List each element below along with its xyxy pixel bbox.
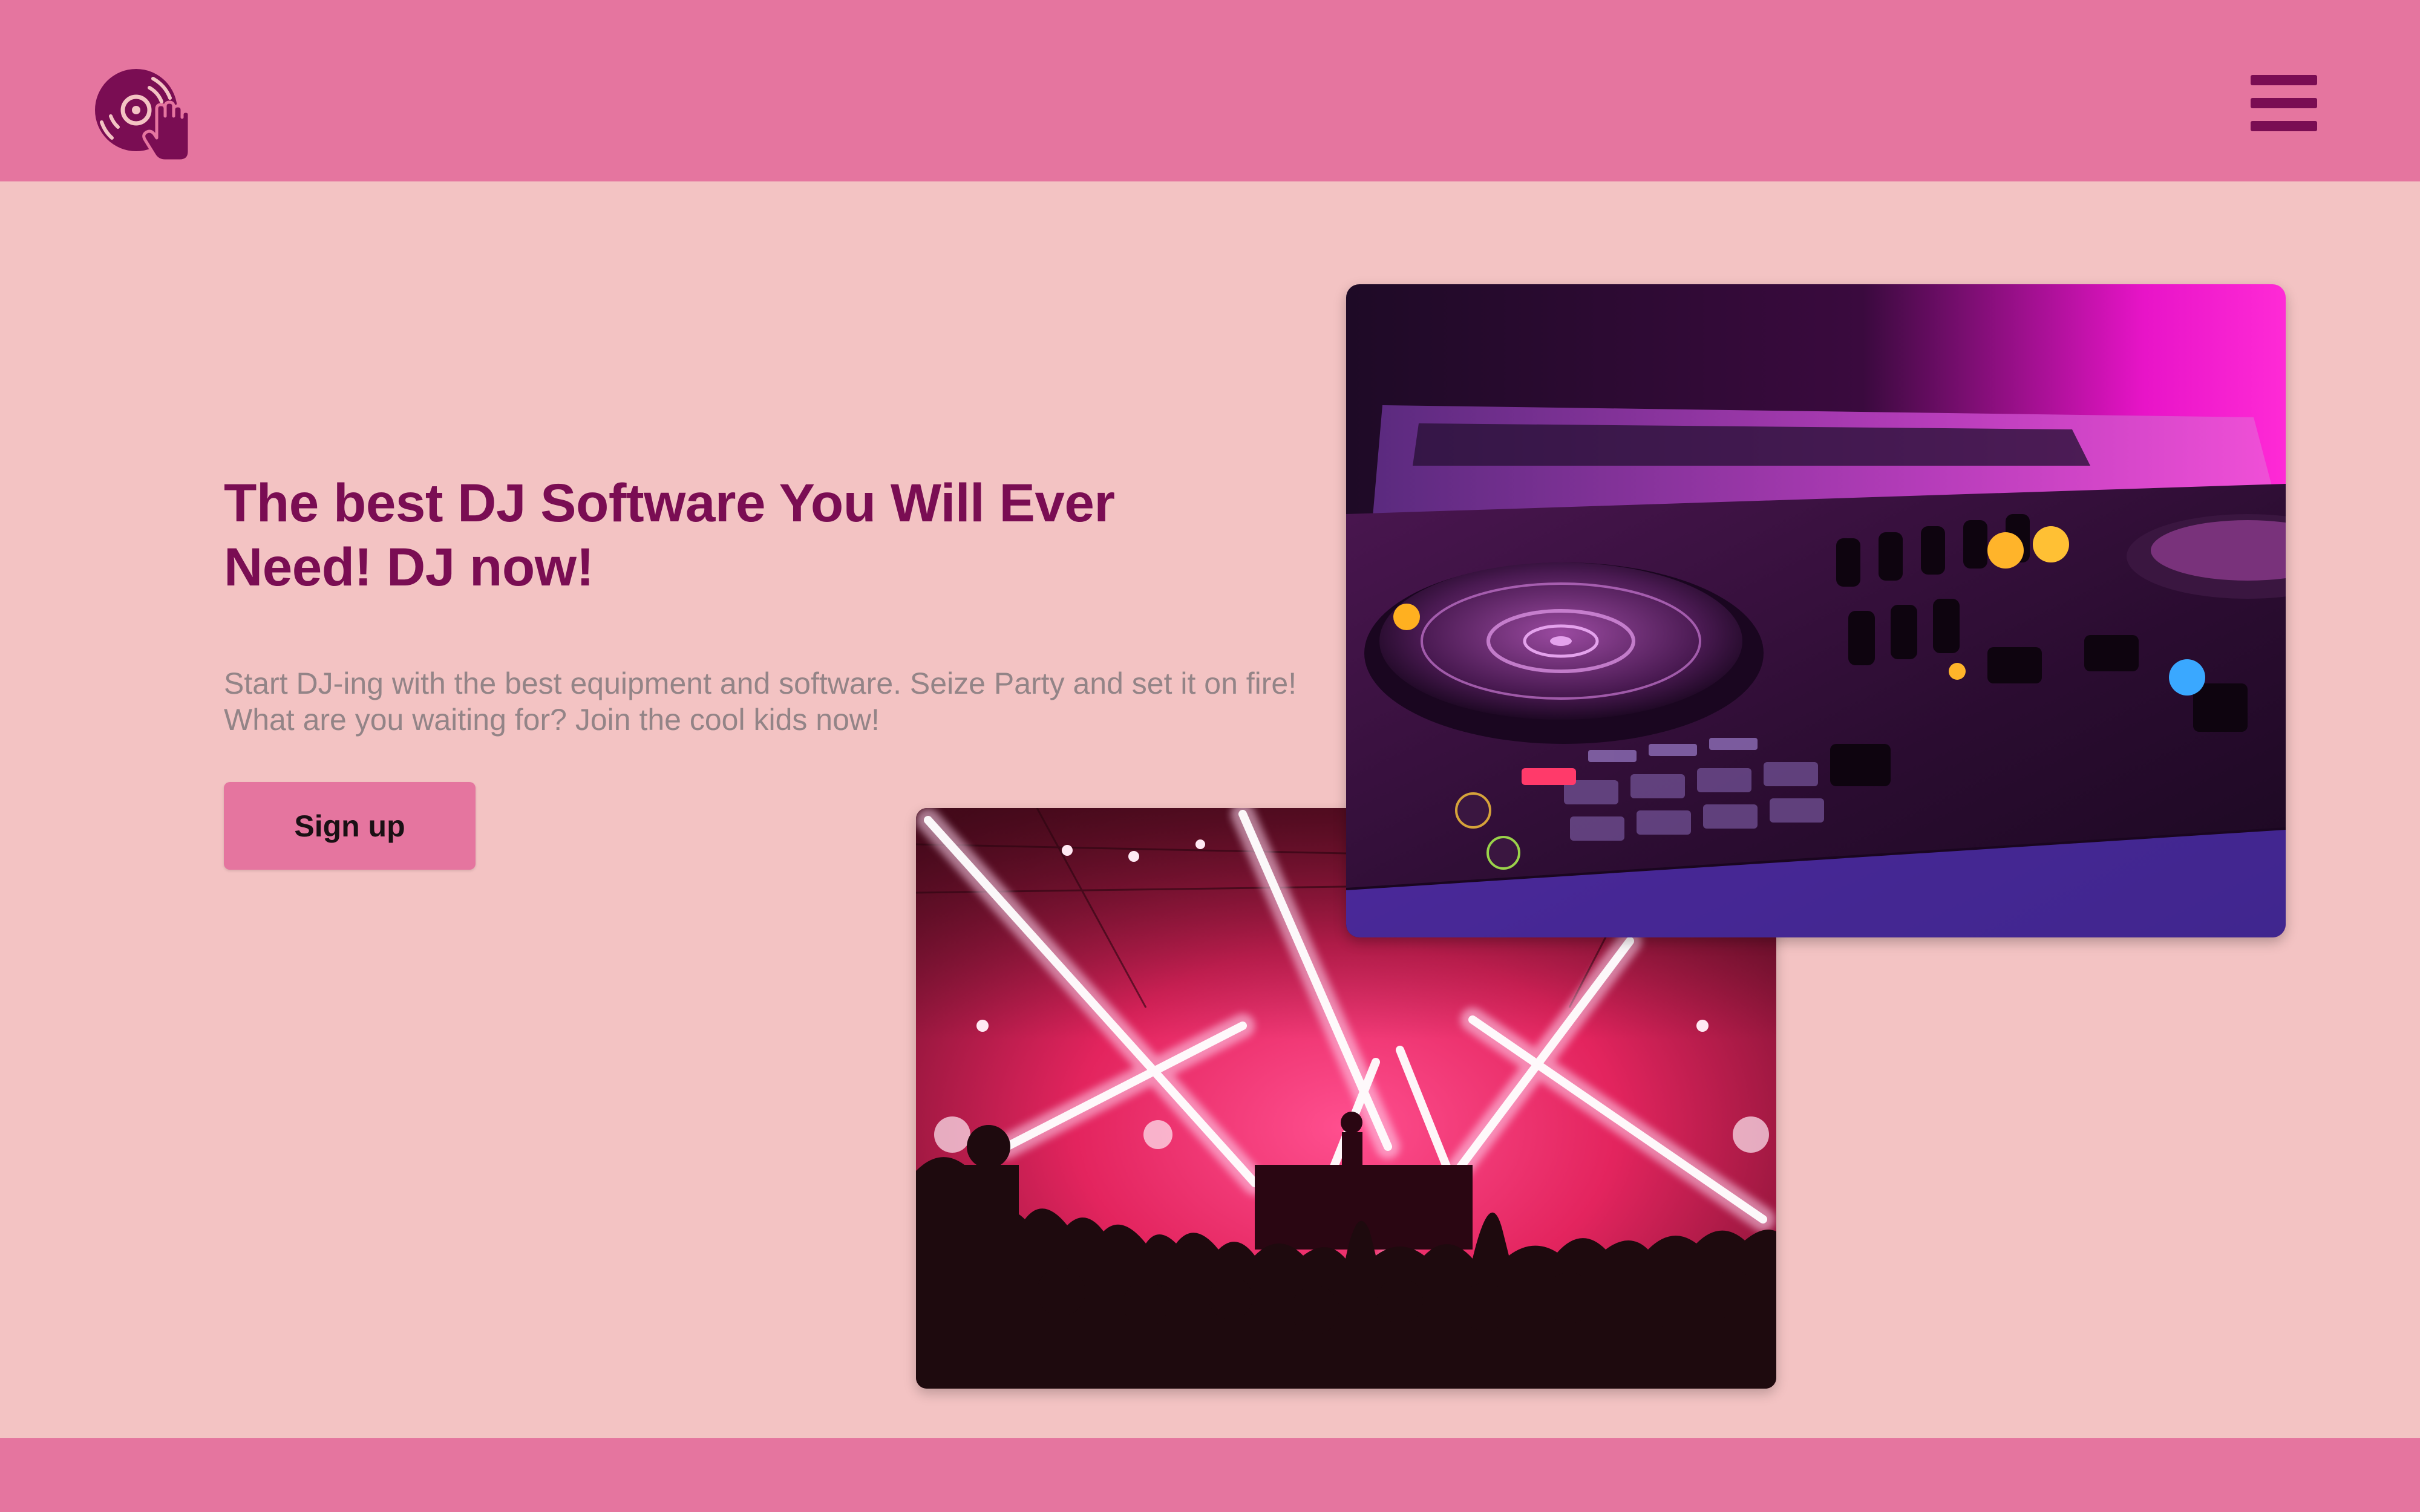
site-footer <box>0 1438 2420 1512</box>
signup-button[interactable]: Sign up <box>224 782 476 870</box>
dj-controller-image <box>1346 284 2286 937</box>
hero-title: The best DJ Software You Will Ever Need!… <box>224 472 1115 597</box>
hero-description: Start DJ-ing with the best equipment and… <box>224 666 1297 737</box>
menu-bar-top <box>2251 75 2317 85</box>
hamburger-menu-icon[interactable] <box>2248 71 2320 138</box>
menu-bar-middle <box>2251 98 2317 108</box>
menu-bar-bottom <box>2251 121 2317 131</box>
dj-logo-icon[interactable] <box>94 67 191 163</box>
site-header <box>0 0 2420 181</box>
